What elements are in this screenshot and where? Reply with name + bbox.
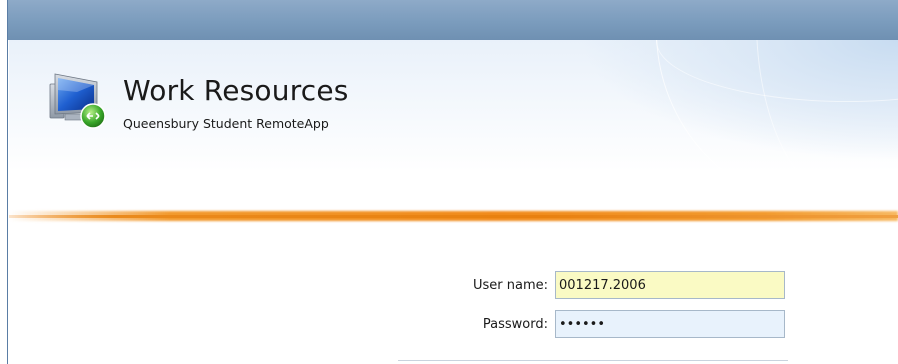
page-subtitle: Queensbury Student RemoteApp — [123, 116, 329, 131]
username-field[interactable] — [555, 271, 785, 299]
username-label: User name: — [472, 278, 548, 293]
password-field[interactable] — [555, 310, 785, 338]
remoteapp-computer-icon — [49, 73, 106, 129]
accent-divider — [9, 215, 898, 218]
page-title: Work Resources — [123, 74, 349, 107]
form-bottom-divider — [398, 360, 788, 361]
password-label: Password: — [482, 317, 548, 332]
work-resources-page: Work Resources Queensbury Student Remote… — [0, 0, 898, 364]
header-banner: Work Resources Queensbury Student Remote… — [9, 40, 898, 215]
top-banner-bar — [8, 0, 898, 40]
window-left-border — [0, 0, 8, 364]
